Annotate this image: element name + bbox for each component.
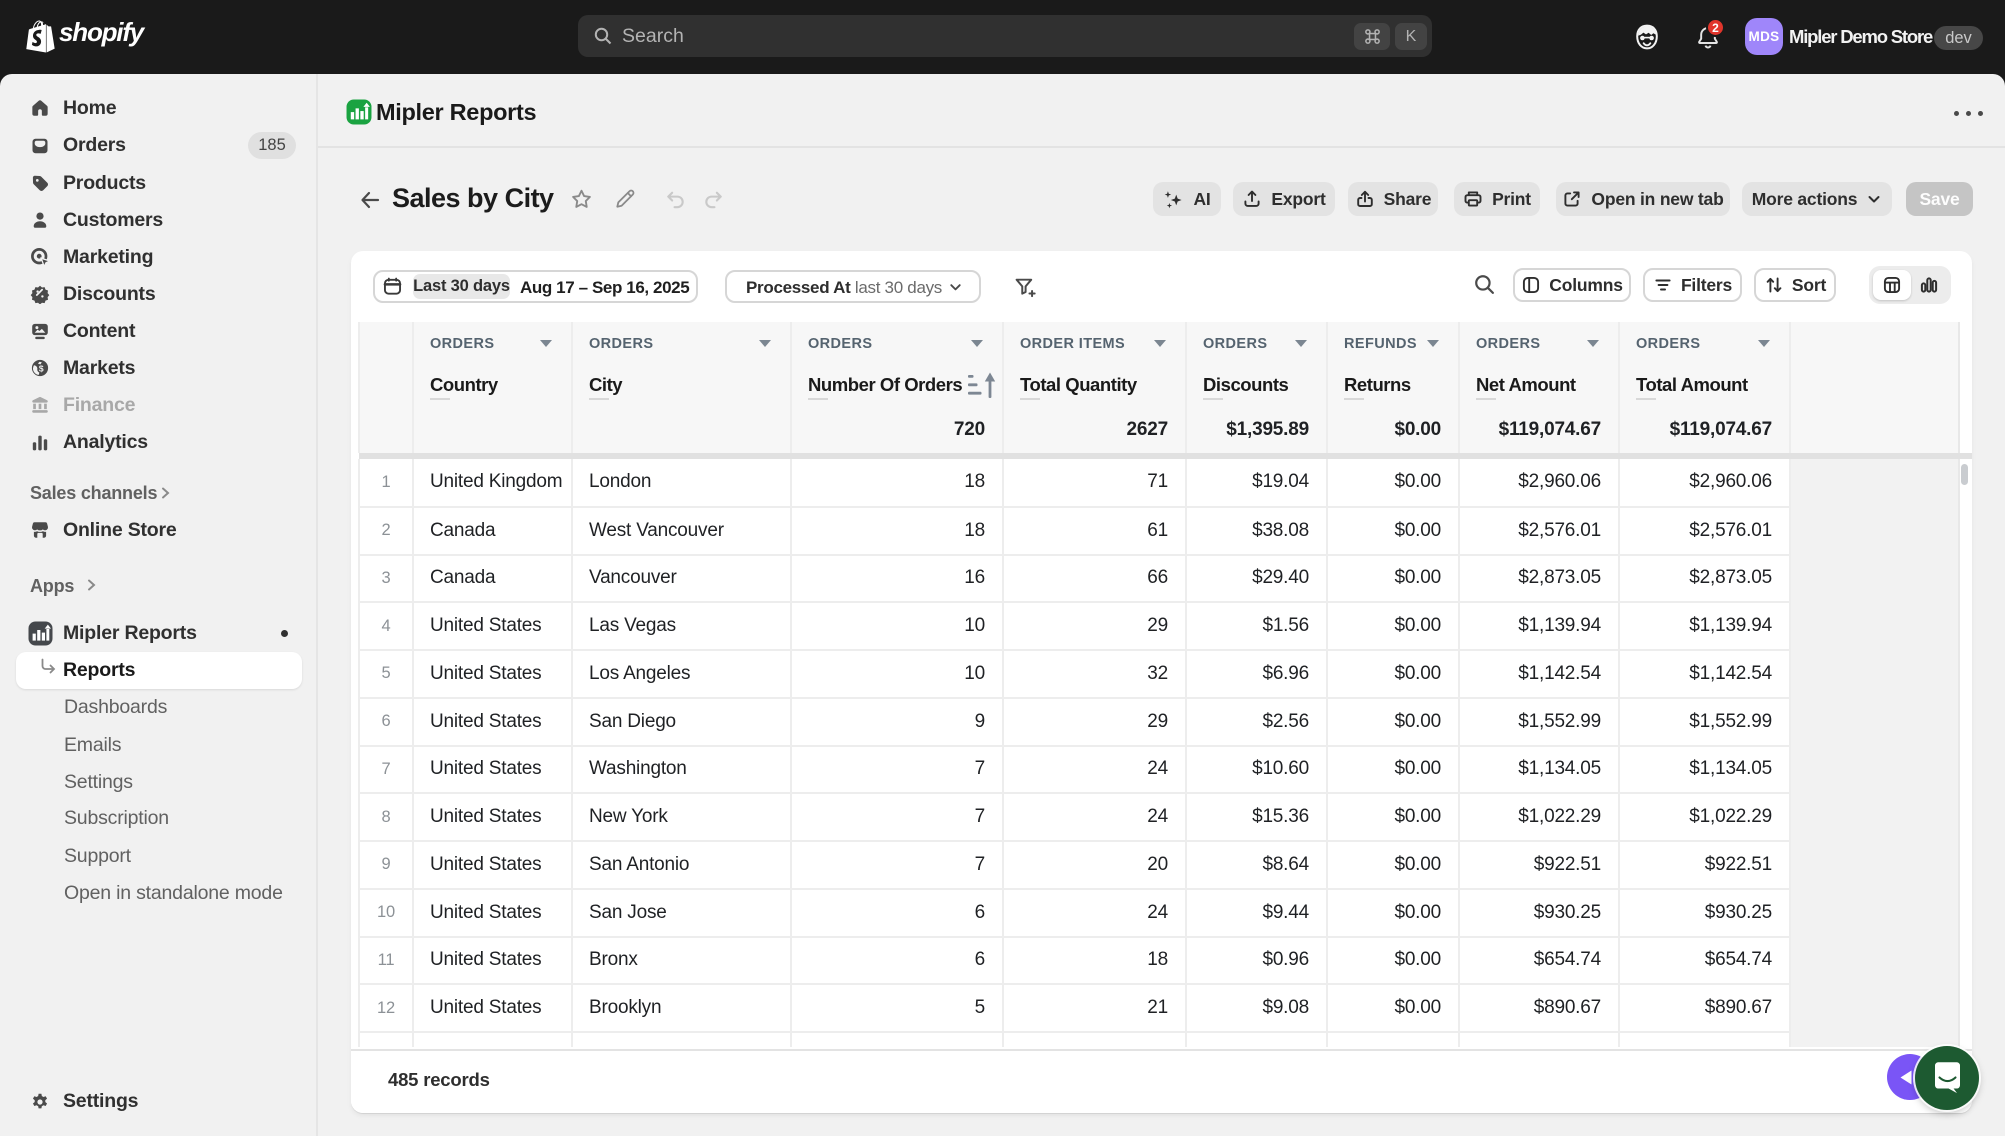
svg-text:$: $: [39, 364, 44, 374]
